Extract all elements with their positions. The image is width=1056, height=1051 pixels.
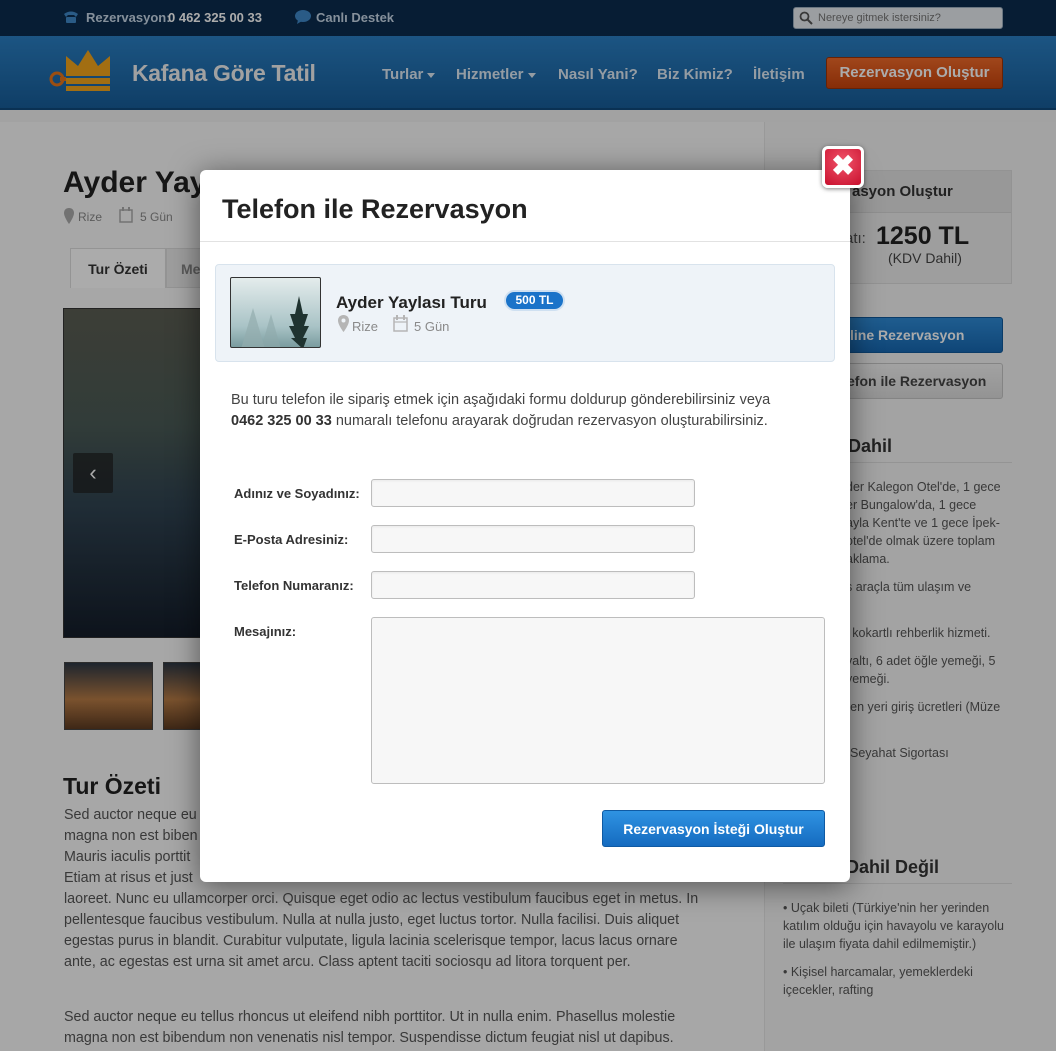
divider [200,241,850,242]
tour-thumbnail [230,277,321,348]
price-badge: 500 TL [504,290,565,311]
forest-image [241,296,309,347]
email-label: E-Posta Adresiniz: [234,532,349,547]
phone-label: Telefon Numaranız: [234,578,354,593]
intro-line: numaralı telefonu arayarak doğrudan reze… [335,413,768,429]
tour-duration: 5 Gün [414,319,450,334]
message-label: Mesajınız: [234,624,297,639]
message-field[interactable] [371,617,825,784]
intro-phone: 0462 325 00 33 [231,413,332,429]
name-label: Adınız ve Soyadınız: [234,486,360,501]
phone-reservation-modal: Telefon ile Rezervasyon Ayder Yaylası Tu… [200,170,850,882]
submit-reservation-button[interactable]: Rezervasyon İsteği Oluştur [602,810,825,847]
location-pin-icon [338,315,349,332]
modal-title: Telefon ile Rezervasyon [222,194,528,224]
tour-location: Rize [352,319,379,334]
name-field[interactable] [371,479,695,507]
email-field[interactable] [371,525,695,553]
phone-field[interactable] [371,571,695,599]
intro-line: Bu turu telefon ile sipariş etmek için a… [231,392,771,408]
calendar-icon [393,315,408,332]
close-icon[interactable]: ✖ [822,146,864,188]
intro-text: Bu turu telefon ile sipariş etmek için a… [231,390,821,432]
tour-card: Ayder Yaylası Turu 500 TL Rize 5 Gün [215,264,835,362]
tour-name: Ayder Yaylası Turu [336,293,487,312]
